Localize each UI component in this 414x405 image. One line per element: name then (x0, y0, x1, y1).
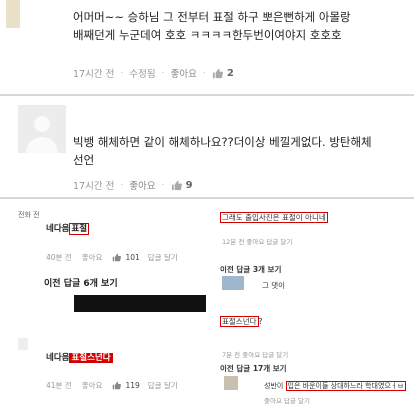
reply-meta: 12분 전 좋아요 답글 달기 (222, 238, 293, 246)
like-button[interactable]: 좋아요 (82, 380, 103, 391)
comment-text: 빅뱅 해체하면 같이 해체하나요??더이상 베낄게없다. 방탄해체 선언 (73, 135, 372, 167)
small-avatar (18, 338, 28, 350)
view-previous-replies[interactable]: 이전 답글 6개 보기 (44, 276, 118, 289)
thumbs-up-icon (171, 180, 182, 190)
reply-text: 표절스넌다? (220, 316, 263, 327)
like-button[interactable]: 좋아요 (82, 252, 103, 263)
reply-text: 그래도 출입사진은 표절이 아니네 (220, 212, 328, 223)
reply-button[interactable]: 답글 달기 (148, 252, 178, 263)
divider (0, 197, 414, 199)
comment-meta: 17시간 전 · 수정됨 · 좋아요 · 2 (73, 66, 234, 81)
reply-meta: 41분 전 좋아요 119 답글 달기 (46, 380, 178, 391)
reply-text: 그 댓이 (262, 281, 286, 290)
avatar (6, 0, 20, 28)
like-count: 101 (125, 253, 140, 262)
view-previous-replies[interactable]: 이전 답글 17개 보기 (220, 363, 287, 374)
small-avatar (222, 276, 244, 290)
comment-meta: 17시간 전 · 좋아요 · 9 (73, 178, 193, 193)
comment-text: 어머머~~ 승하님 그 전부터 표절 하구 뽀은뻔하게 아몰랑 배째던게 누군데… (73, 10, 351, 42)
redacted-bar (74, 295, 206, 312)
view-previous-replies[interactable]: 이전 답글 3개 보기 (220, 264, 281, 275)
reply-button[interactable]: 답글 달기 (148, 380, 178, 391)
like-button[interactable]: 좋아요 (129, 178, 155, 192)
reply-author: 네다음 표절 (46, 223, 90, 235)
divider (0, 94, 414, 96)
like-count: 9 (185, 179, 193, 191)
like-count: 119 (125, 381, 140, 390)
default-avatar-icon (26, 116, 58, 153)
reply-meta: 7분 전 좋아요 답글 달기 (222, 351, 289, 359)
small-avatar (224, 376, 238, 390)
edited-label: 수정됨 (129, 69, 156, 80)
reply-meta: 40분 전 좋아요 101 답글 달기 (46, 252, 178, 263)
small-label: 전화 전 (18, 211, 40, 219)
thumbs-up-icon (113, 381, 122, 390)
like-button[interactable]: 좋아요 (171, 66, 197, 80)
timestamp: 17시간 전 (73, 69, 115, 80)
thumbs-up-icon (113, 253, 122, 262)
like-count: 2 (226, 67, 234, 79)
avatar (18, 105, 66, 153)
timestamp: 17시간 전 (73, 181, 115, 192)
thumbs-up-icon (212, 68, 223, 78)
reply-text: 성반이 입은 바운이들 상대하느라 학대였으ㅓㅂ (264, 381, 406, 391)
reply-author: 네다음 표절스넌다 (46, 353, 113, 363)
